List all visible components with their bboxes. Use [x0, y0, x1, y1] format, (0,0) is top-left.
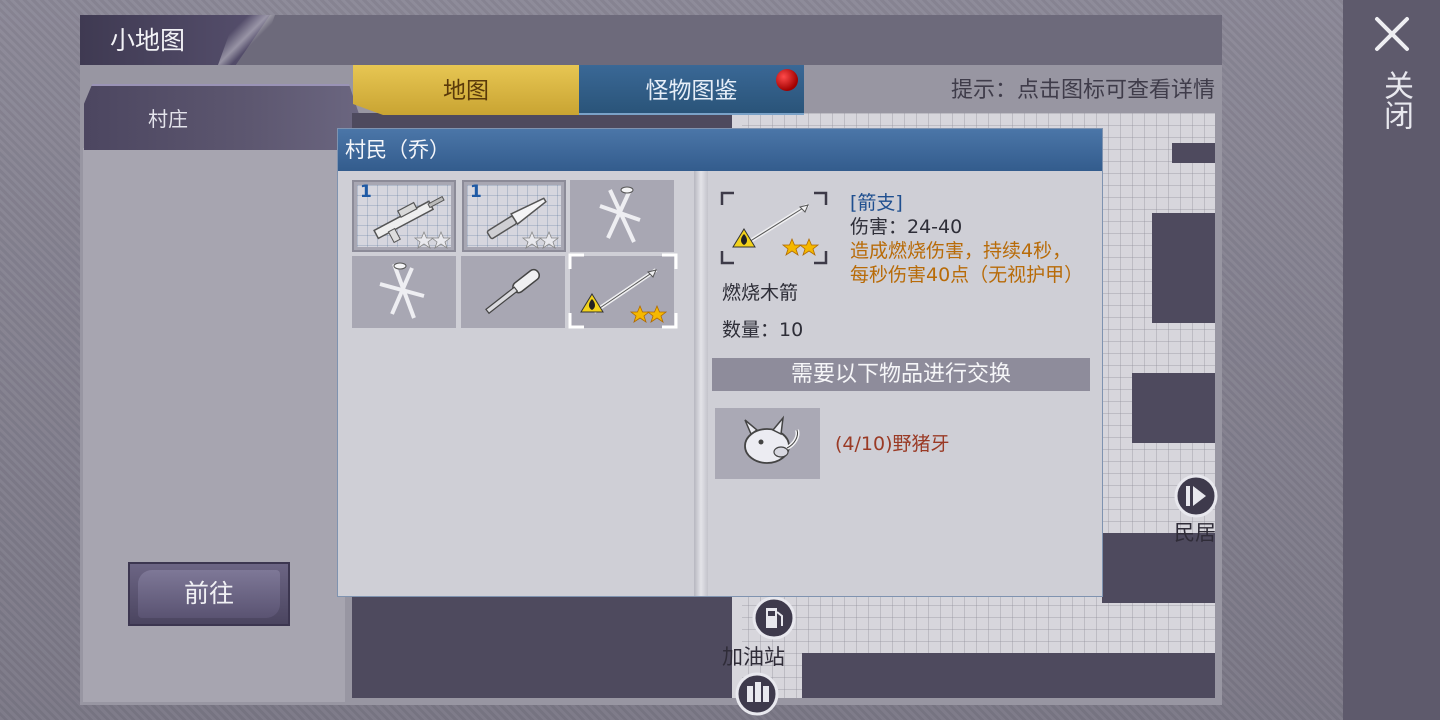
tab-monster-guide-label: 怪物图鉴: [645, 78, 738, 104]
item-name: 燃烧木箭: [722, 282, 799, 304]
map-terrain: [1152, 213, 1215, 323]
go-button-label: 前往: [183, 579, 234, 608]
nails-icon: [379, 262, 425, 319]
item-slot-rifle[interactable]: 1: [352, 180, 456, 252]
tab-map-label: 地图: [443, 78, 489, 104]
nails-icon: [599, 186, 641, 243]
item-slot-nails[interactable]: [352, 256, 456, 328]
hint-text: 提示：点击图标可查看详情: [950, 78, 1215, 103]
burning-arrow-icon: [720, 191, 828, 265]
map-terrain: [1132, 373, 1215, 443]
gas-station-icon[interactable]: [752, 596, 796, 640]
material-requirement: (4/10)野猪牙: [835, 433, 950, 455]
material-slot[interactable]: [715, 408, 820, 479]
exchange-banner: 需要以下物品进行交换: [712, 358, 1090, 391]
window-title: 小地图: [110, 26, 186, 55]
go-button[interactable]: 前往: [128, 562, 290, 626]
item-preview: [720, 191, 828, 265]
item-quantity: 数量：10: [722, 319, 804, 341]
map-label-gas-station: 加油站: [722, 645, 785, 669]
close-label[interactable]: 关闭: [1372, 70, 1413, 130]
two-star-icon: [521, 230, 560, 249]
selection-frame: [568, 253, 678, 329]
map-terrain: [802, 653, 1215, 698]
tab-map[interactable]: 地图: [353, 65, 579, 115]
map-terrain: [1172, 143, 1215, 163]
map-terrain: [622, 653, 732, 698]
close-icon[interactable]: [1372, 14, 1412, 54]
residence-arrow-icon[interactable]: [1174, 474, 1218, 518]
item-slot-knife[interactable]: 1: [462, 180, 566, 252]
item-effect: 造成燃烧伤害，持续4秒，每秒伤害40点（无视护甲）: [850, 240, 1084, 286]
dialog-divider: [694, 171, 708, 596]
map-label-residence: 民居: [1174, 521, 1216, 545]
dialog-title: 村民（乔）: [345, 138, 450, 162]
item-slot-screwdriver[interactable]: [461, 256, 565, 328]
region-item-label[interactable]: 村庄: [84, 104, 252, 134]
item-category: [箭支]: [850, 192, 903, 214]
item-slot-nails[interactable]: [570, 180, 674, 252]
two-star-icon: [413, 230, 452, 249]
screwdriver-icon: [485, 268, 541, 315]
item-damage: 伤害：24-40: [850, 216, 963, 238]
boar-tusk-icon: [744, 415, 800, 464]
tab-monster-guide[interactable]: 怪物图鉴: [579, 65, 804, 115]
dialog-header: [338, 129, 1102, 171]
notification-dot: [776, 69, 798, 91]
building-icon[interactable]: [735, 672, 779, 716]
